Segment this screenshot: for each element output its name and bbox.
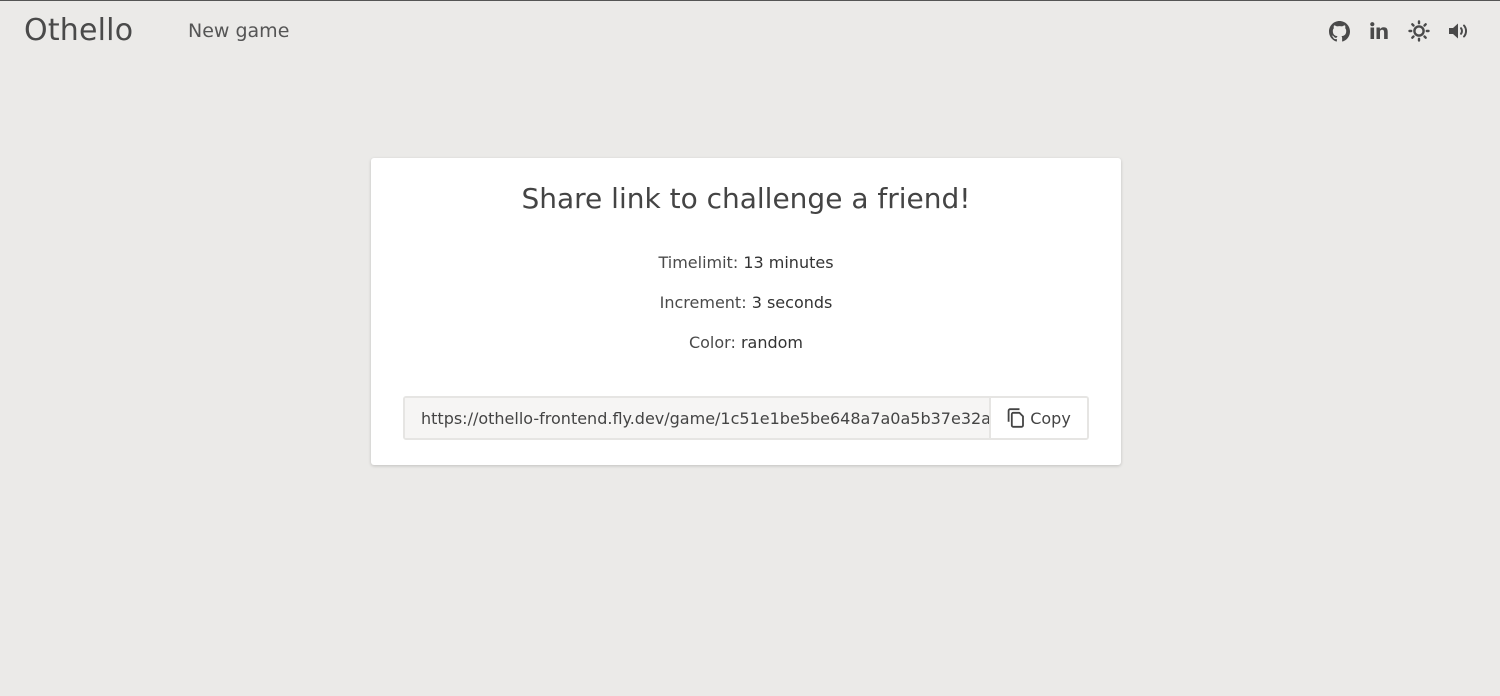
top-bar: Othello New game [0,1,1500,63]
timelimit-label: Timelimit: [658,253,739,272]
increment-value: 3 [751,293,762,312]
increment-label: Increment: [659,293,747,312]
color-line: Color: random [371,333,1121,352]
increment-line: Increment: 3 seconds [371,293,1121,312]
header-icons [1328,20,1470,42]
copy-label: Copy [1030,408,1071,428]
theme-toggle-icon[interactable] [1408,20,1430,42]
copy-icon [1007,408,1025,428]
card-title: Share link to challenge a friend! [521,182,971,215]
linkedin-icon[interactable] [1368,20,1390,42]
copy-button[interactable]: Copy [989,398,1087,438]
github-icon[interactable] [1328,20,1350,42]
logo[interactable]: Othello [24,13,133,48]
new-game-link[interactable]: New game [188,20,289,42]
share-card: Share link to challenge a friend! Timeli… [371,158,1121,465]
timelimit-value: 13 [743,253,764,272]
color-label: Color: [688,333,736,352]
share-link-input[interactable] [405,398,989,438]
share-link-row: Copy [403,396,1089,440]
timelimit-unit: minutes [768,253,834,272]
sound-icon[interactable] [1448,20,1470,42]
increment-unit: seconds [766,293,833,312]
color-value: random [740,333,804,352]
timelimit-line: Timelimit: 13 minutes [371,253,1121,272]
